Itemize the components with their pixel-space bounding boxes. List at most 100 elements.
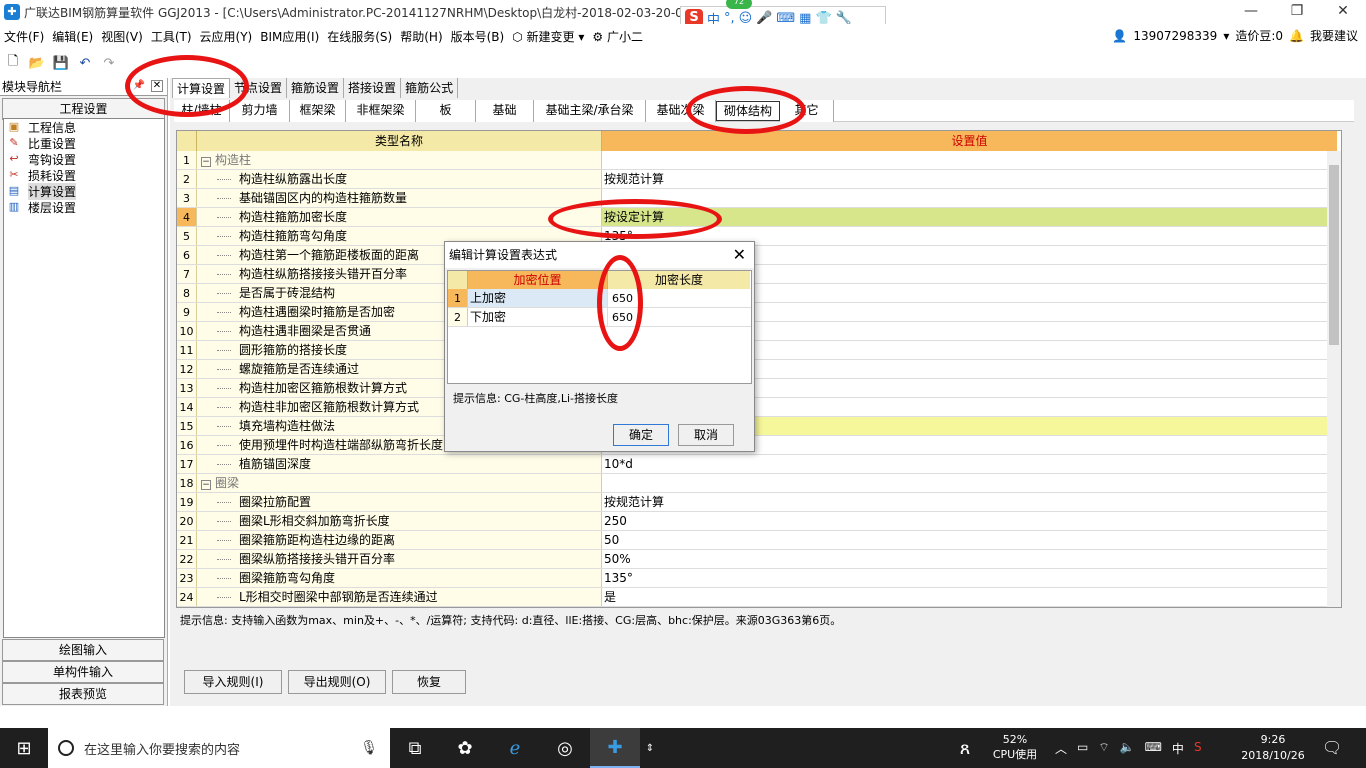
cancel-button[interactable]: 取消	[678, 424, 734, 446]
group-header[interactable]: − 构造柱	[197, 153, 251, 167]
table-row[interactable]: 21 圈梁箍筋距构造柱边缘的距离 50	[177, 531, 1341, 550]
menu-view[interactable]: 视图(V)	[97, 28, 147, 45]
nav-single-input[interactable]: 单构件输入	[2, 661, 164, 683]
save-icon[interactable]: 💾	[52, 54, 70, 72]
windows-start-icon[interactable]: ⊞	[0, 728, 48, 768]
tab-foundation[interactable]: 基础	[476, 100, 534, 122]
network-icon[interactable]: ⌔	[1098, 740, 1109, 757]
dialog-row-position[interactable]: 下加密	[468, 308, 608, 326]
nav-item-calc[interactable]: ▤ 计算设置	[4, 182, 164, 200]
dialog-row-position[interactable]: 上加密	[468, 289, 608, 307]
menu-version[interactable]: 版本号(B)	[447, 28, 509, 45]
nav-item-floor[interactable]: ▥ 楼层设置	[4, 199, 164, 215]
close-button[interactable]: ✕	[1320, 0, 1366, 24]
new-file-icon[interactable]: 🗋	[4, 54, 22, 72]
table-row[interactable]: 19 圈梁拉筋配置 按规范计算	[177, 493, 1341, 512]
table-row[interactable]: 5 构造柱箍筋弯勾角度 135°	[177, 227, 1341, 246]
notification-icon[interactable]: 🗨	[1322, 738, 1342, 757]
table-row[interactable]: 10 构造柱遇非圈梁是否贯通	[177, 322, 1341, 341]
setting-value[interactable]: 是	[602, 588, 1337, 606]
table-row[interactable]: 6 构造柱第一个箍筋距楼板面的距离	[177, 246, 1341, 265]
tab-foundation-main-beam[interactable]: 基础主梁/承台梁	[534, 100, 646, 122]
nav-draw-input[interactable]: 绘图输入	[2, 639, 164, 661]
menu-help[interactable]: 帮助(H)	[396, 28, 446, 45]
setting-value[interactable]: 10*d	[602, 455, 1337, 473]
table-row[interactable]: 24 L形相交时圈梁中部钢筋是否连续通过 是	[177, 588, 1341, 607]
ie-browser-icon[interactable]: ℯ	[490, 728, 540, 768]
ok-button[interactable]: 确定	[613, 424, 669, 446]
setting-value[interactable]: 按规范计算	[602, 493, 1337, 511]
tab-non-frame-beam[interactable]: 非框架梁	[346, 100, 416, 122]
setting-value[interactable]	[602, 189, 1337, 207]
collapse-toggle-icon[interactable]: −	[201, 480, 211, 490]
redo-icon[interactable]: ↷	[100, 54, 118, 72]
table-row[interactable]: 8 是否属于砖混结构	[177, 284, 1341, 303]
table-row[interactable]: 15 填充墙构造柱做法	[177, 417, 1341, 436]
microphone-icon[interactable]: 🎙	[360, 740, 378, 756]
setting-value[interactable]: 250	[602, 512, 1337, 530]
sogou-tray-icon[interactable]: S	[1194, 740, 1202, 757]
menu-file[interactable]: 文件(F)	[0, 28, 48, 45]
scrollbar-thumb[interactable]	[1329, 165, 1339, 345]
nav-item-project-info[interactable]: ▣ 工程信息	[4, 119, 164, 135]
table-row[interactable]: 14 构造柱非加密区箍筋根数计算方式	[177, 398, 1341, 417]
people-icon[interactable]: ጸ	[940, 728, 990, 768]
tab-slab[interactable]: 板	[416, 100, 476, 122]
open-folder-icon[interactable]: 📂	[28, 54, 46, 72]
table-row[interactable]: 12 螺旋箍筋是否连续通过	[177, 360, 1341, 379]
setting-value[interactable]	[602, 151, 1337, 169]
table-row[interactable]: 18− 圈梁	[177, 474, 1341, 493]
table-row[interactable]: 20 圈梁L形相交斜加筋弯折长度 250	[177, 512, 1341, 531]
setting-value[interactable]: 按规范计算	[602, 170, 1337, 188]
import-rules-button[interactable]: 导入规则(I)	[184, 670, 282, 694]
setting-value[interactable]: 50%	[602, 550, 1337, 568]
ime-indicator[interactable]: 中	[1172, 740, 1184, 757]
tab-stirrup-settings[interactable]: 箍筋设置	[287, 78, 345, 98]
dialog-close-icon[interactable]: ✕	[733, 242, 746, 268]
nav-report-preview[interactable]: 报表预览	[2, 683, 164, 705]
nav-item-density[interactable]: ✎ 比重设置	[4, 135, 164, 151]
table-row[interactable]: 7 构造柱纵筋搭接接头错开百分率	[177, 265, 1341, 284]
nav-item-loss[interactable]: ✂ 损耗设置	[4, 167, 164, 183]
collapse-toggle-icon[interactable]: −	[201, 157, 211, 167]
menu-new-change[interactable]: ⬡ 新建变更 ▾	[508, 28, 588, 45]
volume-icon[interactable]: 🔈	[1120, 740, 1135, 757]
tray-chevron-icon[interactable]: ︿	[1055, 740, 1067, 757]
table-row[interactable]: 3 基础锚固区内的构造柱箍筋数量	[177, 189, 1341, 208]
chevron-down-icon[interactable]: ▾	[1223, 29, 1229, 43]
clock[interactable]: 9:26 2018/10/26	[1238, 732, 1308, 764]
table-row[interactable]: 22 圈梁纵筋搭接接头错开百分率 50%	[177, 550, 1341, 569]
tab-shear-wall[interactable]: 剪力墙	[230, 100, 290, 122]
setting-value[interactable]: 50	[602, 531, 1337, 549]
taskbar-search[interactable]: 在这里输入你要搜索的内容 🎙	[48, 728, 390, 768]
restore-button[interactable]: 恢复	[392, 670, 466, 694]
table-row[interactable]: 4 构造柱箍筋加密长度 按设定计算	[177, 208, 1341, 227]
table-row[interactable]: 13 构造柱加密区箍筋根数计算方式	[177, 379, 1341, 398]
table-row[interactable]: 17 植筋锚固深度 10*d	[177, 455, 1341, 474]
menu-edit[interactable]: 编辑(E)	[48, 28, 97, 45]
menu-bim[interactable]: BIM应用(I)	[256, 28, 323, 45]
table-row[interactable]: 23 圈梁箍筋弯勾角度 135°	[177, 569, 1341, 588]
nav-item-hook[interactable]: ↩ 弯钩设置	[4, 151, 164, 167]
task-view-icon[interactable]: ⧉	[390, 728, 440, 768]
table-row[interactable]: 1− 构造柱	[177, 151, 1341, 170]
grid-scrollbar[interactable]	[1327, 151, 1341, 607]
table-row[interactable]: 11 圆形箍筋的搭接长度	[177, 341, 1341, 360]
tab-lap-settings[interactable]: 搭接设置	[344, 78, 402, 98]
setting-value[interactable]: 135°	[602, 569, 1337, 587]
suggest-link[interactable]: 我要建议	[1310, 27, 1358, 44]
browser-app-icon[interactable]: ◎	[540, 728, 590, 768]
table-row[interactable]: 9 构造柱遇圈梁时箍筋是否加密	[177, 303, 1341, 322]
export-rules-button[interactable]: 导出规则(O)	[288, 670, 386, 694]
tab-frame-beam[interactable]: 框架梁	[290, 100, 346, 122]
table-row[interactable]: 16 使用预埋件时构造柱端部纵筋弯折长度	[177, 436, 1341, 455]
menu-cloud[interactable]: 云应用(Y)	[196, 28, 257, 45]
tab-stirrup-formula[interactable]: 箍筋公式	[401, 78, 459, 98]
pinwheel-app-icon[interactable]: ✿	[440, 728, 490, 768]
bell-icon[interactable]: 🔔	[1289, 29, 1304, 43]
undo-icon[interactable]: ↶	[76, 54, 94, 72]
group-header[interactable]: − 圈梁	[197, 476, 239, 490]
battery-icon[interactable]: ▭	[1077, 740, 1088, 757]
menu-online[interactable]: 在线服务(S)	[323, 28, 396, 45]
keyboard-icon[interactable]: ⌨	[1145, 740, 1162, 757]
